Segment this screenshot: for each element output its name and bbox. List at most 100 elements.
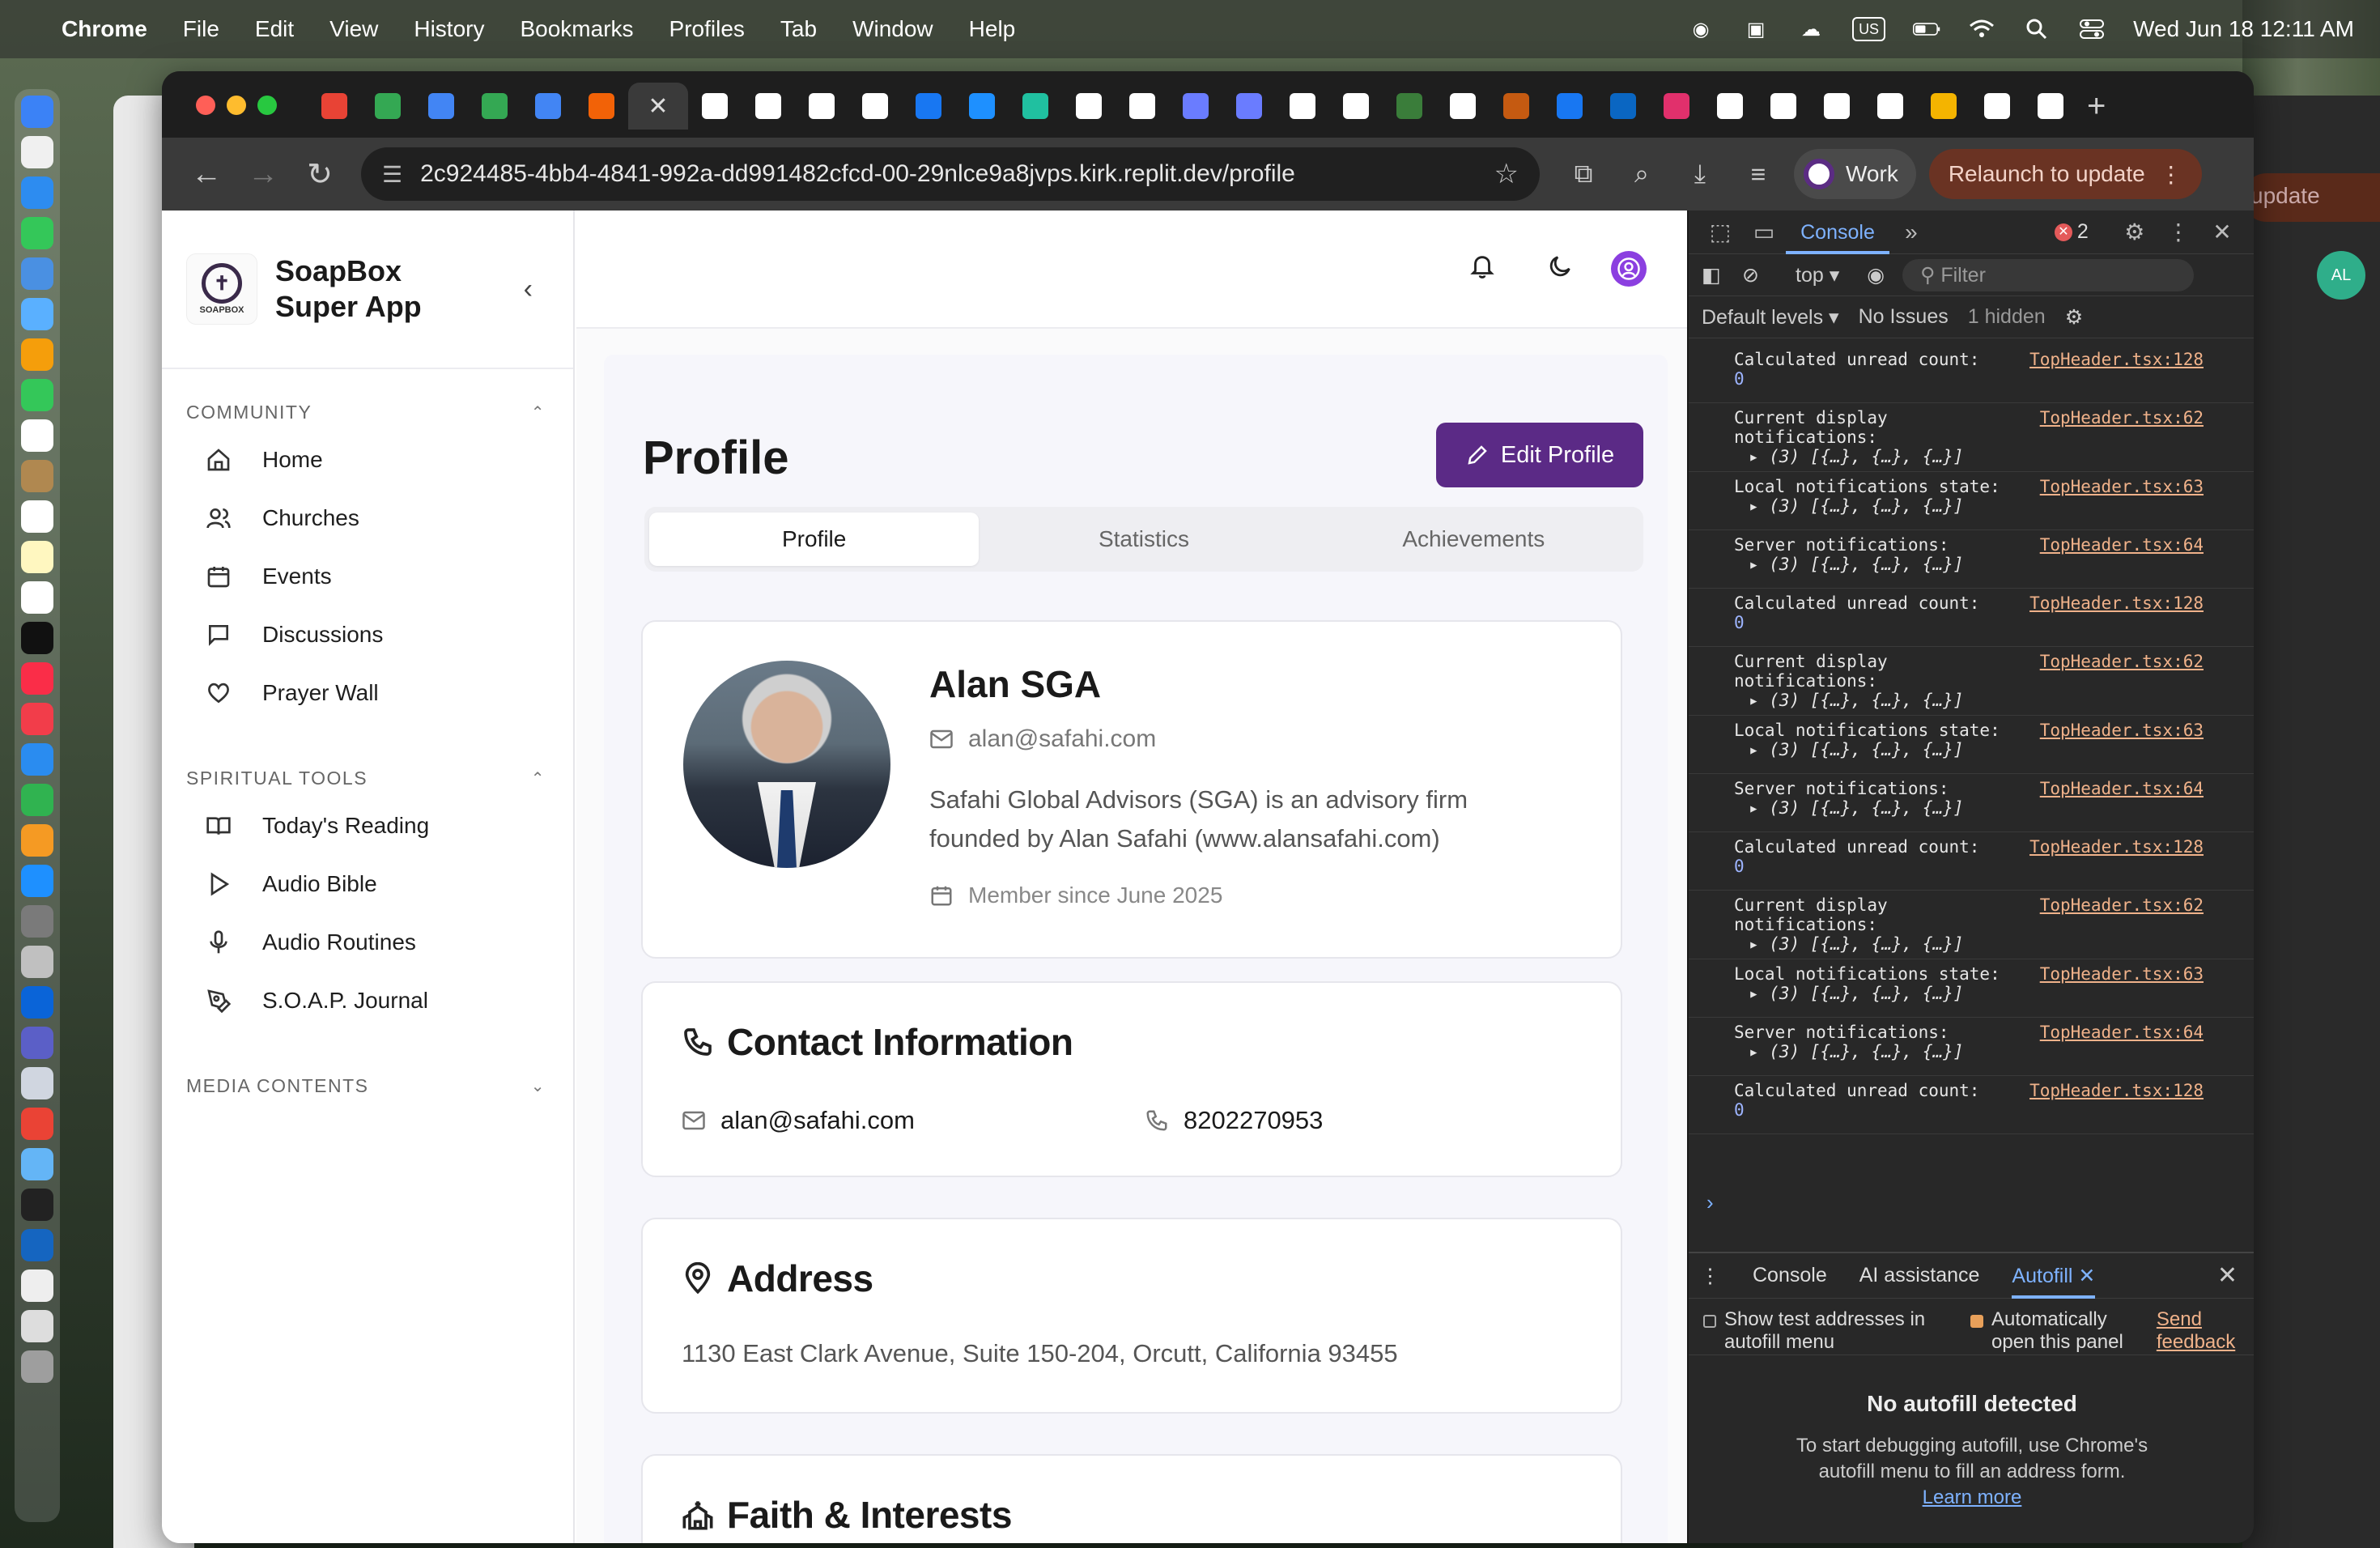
error-count-badge[interactable]: ✕ 2 bbox=[2054, 220, 2089, 244]
outlook-icon[interactable] bbox=[21, 986, 53, 1019]
drawer-menu-icon[interactable]: ⋮ bbox=[1700, 1264, 1720, 1288]
wifi-icon[interactable] bbox=[1968, 17, 1995, 41]
console-message[interactable]: Local notifications state: TopHeader.tsx:… bbox=[1689, 472, 2254, 530]
menu-help[interactable]: Help bbox=[969, 16, 1016, 42]
notes-icon[interactable] bbox=[21, 541, 53, 573]
console-message[interactable]: Server notifications: TopHeader.tsx:64 ▸ (… bbox=[1689, 1018, 2254, 1076]
browser-tab[interactable] bbox=[414, 83, 468, 130]
trash-icon[interactable] bbox=[21, 1350, 53, 1383]
browser-tab[interactable] bbox=[1009, 83, 1062, 130]
more-tabs-icon[interactable]: » bbox=[1889, 219, 1933, 245]
soapbox-logo[interactable]: ✝ SOAPBOX bbox=[186, 253, 257, 325]
status-app-icon[interactable]: ☁ bbox=[1797, 17, 1825, 41]
inspect-element-icon[interactable]: ⬚ bbox=[1698, 219, 1742, 245]
mail-icon[interactable] bbox=[21, 257, 53, 290]
edit-profile-button[interactable]: Edit Profile bbox=[1436, 423, 1643, 487]
log-levels-dropdown[interactable]: Default levels ▾ bbox=[1702, 305, 1839, 330]
console-settings-gear-icon[interactable]: ⚙ bbox=[2065, 305, 2083, 330]
new-tab-plus-icon[interactable]: + bbox=[2087, 88, 2106, 125]
teams-icon[interactable] bbox=[21, 1027, 53, 1059]
window-maximize-button[interactable] bbox=[257, 96, 277, 115]
browser-tab[interactable] bbox=[1062, 83, 1116, 130]
console-array-preview[interactable]: ▸ (3) [{…}, {…}, {…}] bbox=[1734, 447, 2207, 466]
section-media-contents[interactable]: MEDIA CONTENTS ⌄ bbox=[162, 1067, 573, 1104]
console-message[interactable]: Calculated unread count: TopHeader.tsx:12… bbox=[1689, 1076, 2254, 1134]
section-community[interactable]: COMMUNITY ⌃ bbox=[162, 393, 573, 431]
console-source-link[interactable]: TopHeader.tsx:62 bbox=[2040, 652, 2204, 671]
menu-app-name[interactable]: Chrome bbox=[62, 16, 147, 42]
spotlight-search-icon[interactable] bbox=[2023, 17, 2051, 41]
control-center-icon[interactable] bbox=[2078, 17, 2106, 41]
browser-tab[interactable] bbox=[1864, 83, 1917, 130]
sidebar-item-prayer-wall[interactable]: Prayer Wall bbox=[162, 664, 573, 722]
drawer-tab-console[interactable]: Console bbox=[1753, 1264, 1827, 1287]
console-message[interactable]: Calculated unread count: TopHeader.tsx:12… bbox=[1689, 345, 2254, 403]
active-tab[interactable]: ✕ bbox=[628, 83, 688, 130]
console-source-link[interactable]: TopHeader.tsx:64 bbox=[2040, 535, 2204, 555]
facetime-icon[interactable] bbox=[21, 379, 53, 411]
1password-icon[interactable] bbox=[21, 1229, 53, 1261]
context-selector[interactable]: top ▾ bbox=[1796, 263, 1839, 287]
site-info-icon[interactable]: ☰ bbox=[382, 161, 402, 188]
forward-button[interactable]: → bbox=[235, 157, 291, 192]
console-source-link[interactable]: TopHeader.tsx:63 bbox=[2040, 964, 2204, 984]
menu-profiles[interactable]: Profiles bbox=[669, 16, 745, 42]
browser-tab[interactable] bbox=[795, 83, 848, 130]
sidebar-item-discussions[interactable]: Discussions bbox=[162, 606, 573, 664]
download-icon[interactable]: ⤓ bbox=[1671, 159, 1729, 189]
sidebar-item-todays-reading[interactable]: Today's Reading bbox=[162, 797, 573, 855]
browser-tab[interactable] bbox=[1703, 83, 1757, 130]
tab-achievements[interactable]: Achievements bbox=[1309, 512, 1638, 566]
console-array-preview[interactable]: ▸ (3) [{…}, {…}, {…}] bbox=[1734, 691, 2207, 710]
chrome-icon[interactable] bbox=[21, 1108, 53, 1140]
device-toolbar-icon[interactable]: ▭ bbox=[1742, 219, 1786, 245]
console-source-link[interactable]: TopHeader.tsx:62 bbox=[2040, 408, 2204, 427]
sidebar-toggle-icon[interactable]: ◧ bbox=[1702, 263, 1734, 287]
browser-tab[interactable] bbox=[955, 83, 1009, 130]
more-vert-icon[interactable]: ⋮ bbox=[2157, 219, 2200, 245]
console-filter-input[interactable]: ⚲ Filter bbox=[1902, 258, 2195, 291]
browser-tab[interactable] bbox=[1650, 83, 1703, 130]
numbers-icon[interactable] bbox=[21, 784, 53, 816]
menu-tab[interactable]: Tab bbox=[780, 16, 817, 42]
console-source-link[interactable]: TopHeader.tsx:128 bbox=[2029, 837, 2204, 857]
console-message[interactable]: Calculated unread count: TopHeader.tsx:12… bbox=[1689, 589, 2254, 647]
safari-icon[interactable] bbox=[21, 176, 53, 209]
console-source-link[interactable]: TopHeader.tsx:128 bbox=[2029, 1081, 2204, 1100]
browser-tab[interactable] bbox=[1757, 83, 1810, 130]
devtools-tab-console[interactable]: Console bbox=[1786, 211, 1889, 254]
menu-history[interactable]: History bbox=[414, 16, 484, 42]
close-tab-icon[interactable]: ✕ bbox=[648, 92, 668, 121]
app-store-icon[interactable] bbox=[21, 865, 53, 897]
browser-tab[interactable] bbox=[848, 83, 902, 130]
menu-view[interactable]: View bbox=[329, 16, 378, 42]
console-array-preview[interactable]: ▸ (3) [{…}, {…}, {…}] bbox=[1734, 1042, 2207, 1061]
relaunch-button[interactable]: Relaunch to update ⋮ bbox=[1928, 149, 2202, 199]
freeform-icon[interactable] bbox=[21, 581, 53, 614]
sidebar-item-home[interactable]: Home bbox=[162, 431, 573, 489]
tv-icon[interactable] bbox=[21, 622, 53, 654]
reload-button[interactable]: ↻ bbox=[291, 156, 348, 193]
music-icon[interactable] bbox=[21, 662, 53, 695]
input-source-indicator[interactable]: US bbox=[1852, 17, 1886, 41]
console-message[interactable]: Local notifications state: TopHeader.tsx:… bbox=[1689, 716, 2254, 774]
browser-tab[interactable] bbox=[361, 83, 414, 130]
console-array-preview[interactable]: ▸ (3) [{…}, {…}, {…}] bbox=[1734, 740, 2207, 759]
sidebar-item-audio-bible[interactable]: Audio Bible bbox=[162, 855, 573, 913]
keynote-icon[interactable] bbox=[21, 743, 53, 776]
document-icon[interactable] bbox=[21, 1269, 53, 1302]
console-message[interactable]: Current display notifications: TopHeader.… bbox=[1689, 647, 2254, 716]
clear-console-icon[interactable]: ⊘ bbox=[1742, 263, 1783, 287]
console-source-link[interactable]: TopHeader.tsx:63 bbox=[2040, 477, 2204, 496]
console-message[interactable]: Current display notifications: TopHeader.… bbox=[1689, 891, 2254, 959]
battery-icon[interactable] bbox=[1913, 17, 1940, 41]
console-message[interactable]: Calculated unread count: TopHeader.tsx:12… bbox=[1689, 832, 2254, 891]
close-icon[interactable]: ✕ bbox=[2200, 219, 2244, 245]
photos-icon[interactable] bbox=[21, 338, 53, 371]
console-array-preview[interactable]: ▸ (3) [{…}, {…}, {…}] bbox=[1734, 984, 2207, 1003]
browser-tab[interactable] bbox=[1169, 83, 1222, 130]
dock-app-icon[interactable] bbox=[21, 1067, 53, 1099]
browser-tab[interactable] bbox=[521, 83, 575, 130]
console-source-link[interactable]: TopHeader.tsx:63 bbox=[2040, 721, 2204, 740]
show-test-addresses-checkbox[interactable] bbox=[1703, 1315, 1716, 1328]
